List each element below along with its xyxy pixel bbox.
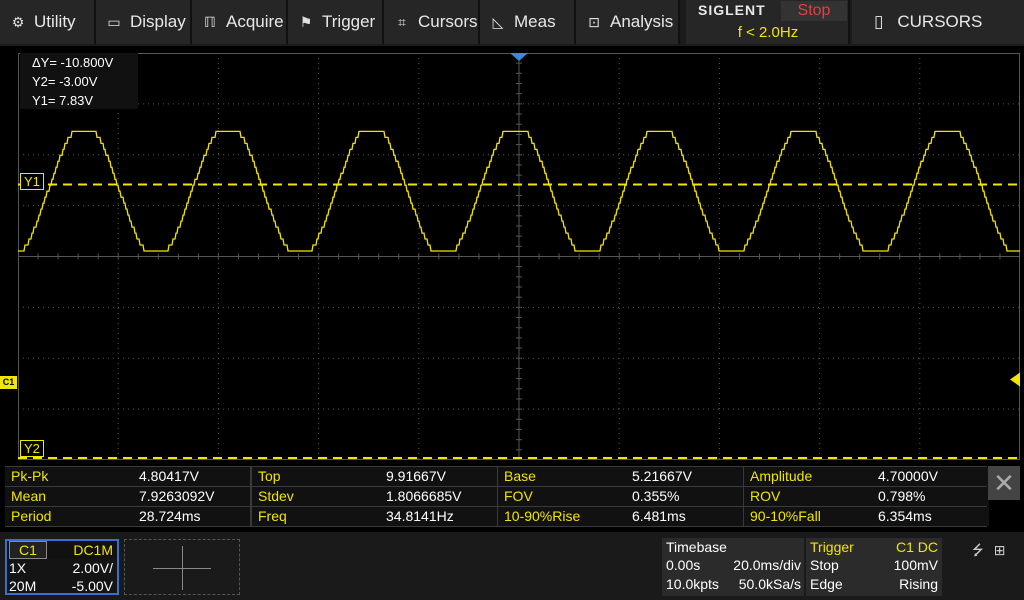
menu-label: Acquire [226,12,284,31]
channel1-offset-marker[interactable]: C1 [0,376,17,389]
trigger-mode: Stop [810,557,839,573]
cursor-y2-value: Y2= -3.00V [32,74,98,89]
timebase-points: 10.0kpts [666,576,719,592]
channel1-box[interactable]: C1 DC1M 1X 2.00V/ 20M -5.00V [5,539,119,595]
measurement-name[interactable]: Pk-Pk [5,467,48,486]
trigger-level: 100mV [893,557,938,573]
measurement-name[interactable]: Freq [252,507,287,526]
cursor-delta-y: ΔY= -10.800V [32,55,114,70]
menu-analysis[interactable]: ⊡ Analysis [576,0,680,44]
measurement-row: Mean 7.9263092V Stdev 1.8066685V FOV 0.355% RO… [5,486,989,506]
menu-label: Trigger [322,12,376,31]
timebase-sample-rate: 50.0kSa/s [738,576,801,592]
trigger-level-marker [1010,372,1020,387]
measurement-table: Pk-Pk 4.80417V Top 9.91667V Base 5.21667V Ampl… [5,466,989,527]
measurement-value: 1.8066685V [386,488,462,504]
menu-label: Analysis [610,12,674,31]
brand-status-panel[interactable]: SIGLENT Stop f < 2.0Hz [686,0,850,44]
measurement-value: 9.91667V [386,468,446,484]
active-menu-button[interactable]: ▯ CURSORS [852,0,1024,44]
measurement-value: 5.21667V [632,468,692,484]
measurement-row: Pk-Pk 4.80417V Top 9.91667V Base 5.21667V Ampl… [5,466,989,486]
cursor-readout: ΔY= -10.800V Y2= -3.00V Y1= 7.83V [20,53,138,109]
status-icons: ⭍ ⊞ [972,540,1005,564]
menu-trigger[interactable]: ⚑ Trigger [288,0,384,44]
trigger-type: Edge [810,576,843,592]
measurement-value: 28.724ms [139,508,201,524]
acquire-icon: ℿ [204,13,216,30]
timebase-box[interactable]: Timebase 0.00s 20.0ms/div 10.0kpts 50.0k… [662,538,804,596]
crosshair-icon: ⌗ [398,13,406,30]
timebase-scale: 20.0ms/div [733,557,801,573]
measurement-row: Period 28.724ms Freq 34.8141Hz 10-90%Rise 6.4… [5,506,989,526]
close-icon: ✕ [993,468,1015,498]
trigger-slope: Rising [899,576,938,592]
measurement-value: 6.354ms [878,508,932,524]
channel1-offset: -5.00V [71,578,113,594]
run-stop-status[interactable]: Stop [781,1,847,21]
trigger-frequency: f < 2.0Hz [737,24,799,41]
measurement-value: 7.9263092V [139,488,215,504]
analysis-icon: ⊡ [588,13,600,30]
timebase-delay: 0.00s [666,557,701,573]
trigger-source: C1 DC [895,539,938,555]
channel1-bandwidth: 20M [9,578,37,594]
menu-meas[interactable]: ◺ Meas [480,0,576,44]
measurement-name[interactable]: Mean [5,487,46,506]
menu-cursors[interactable]: ⌗ Cursors [384,0,480,44]
channel1-probe: 1X [9,560,27,576]
measurement-name[interactable]: Base [498,467,536,486]
cursor-y1-value: Y1= 7.83V [32,93,94,108]
monitor-icon: ▭ [107,13,121,30]
timebase-title: Timebase [666,539,727,555]
add-channel-slot[interactable] [124,539,240,595]
channel1-coupling: DC1M [73,542,113,558]
ruler-icon: ◺ [492,13,504,30]
channel1-scale: 2.00V/ [72,560,113,576]
cursor-y1-label[interactable]: Y1 [20,173,44,190]
flag-icon: ⚑ [299,13,313,30]
menu-label: Cursors [418,12,478,31]
siglent-logo: SIGLENT [698,2,766,18]
cursor-y2-label[interactable]: Y2 [20,440,44,457]
active-menu-label: CURSORS [897,12,983,31]
measurement-value: 0.798% [878,488,926,504]
trigger-box[interactable]: Trigger C1 DC Stop 100mV Edge Rising [806,538,942,596]
measurement-name[interactable]: Period [5,507,51,526]
measurement-value: 6.481ms [632,508,686,524]
battery-icon: ▯ [874,12,884,31]
measurement-name[interactable]: ROV [744,487,780,506]
measurement-value: 34.8141Hz [386,508,454,524]
menu-acquire[interactable]: ℿ Acquire [192,0,288,44]
measurement-name[interactable]: Stdev [252,487,294,506]
measurement-value: 0.355% [632,488,680,504]
close-measurements-button[interactable]: ✕ [988,466,1020,500]
measurement-name[interactable]: FOV [498,487,533,506]
gear-icon: ⚙ [11,13,25,30]
trigger-position-marker [510,53,528,61]
measurement-value: 4.70000V [878,468,938,484]
usb-icon: ⭍ [972,542,984,558]
menu-label: Display [130,12,186,31]
menu-display[interactable]: ▭ Display [96,0,192,44]
menu-label: Utility [34,12,76,31]
menu-utility[interactable]: ⚙ Utility [0,0,96,44]
measurement-name[interactable]: 90-10%Fall [744,507,821,526]
channel1-name: C1 [9,541,47,559]
waveform-canvas [18,53,1020,460]
measurement-value: 4.80417V [139,468,199,484]
menu-label: Meas [514,12,556,31]
measurement-name[interactable]: Amplitude [744,467,812,486]
menu-bar: ⚙ Utility ▭ Display ℿ Acquire ⚑ Trigger ⌗ Cursors… [0,0,1024,46]
measurement-name[interactable]: Top [252,467,281,486]
measurement-name[interactable]: 10-90%Rise [498,507,580,526]
waveform-display[interactable] [18,53,1020,460]
network-icon: ⊞ [993,542,1006,558]
trigger-title: Trigger [810,539,854,555]
